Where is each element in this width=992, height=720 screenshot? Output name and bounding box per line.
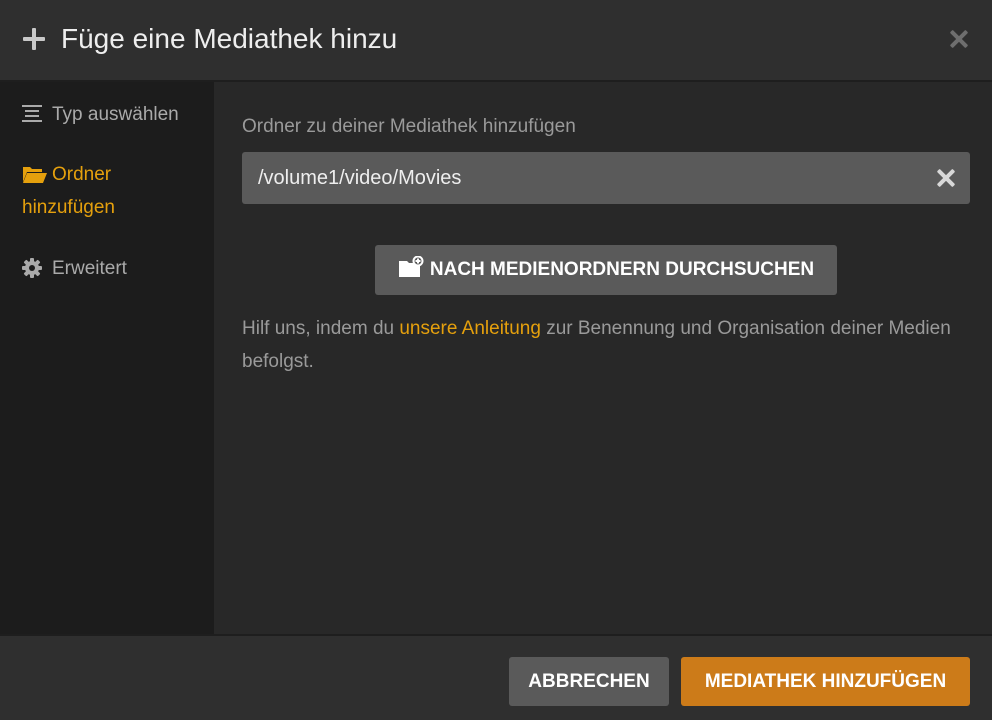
help-text-prefix: Hilf uns, indem du <box>242 318 400 339</box>
help-text: Hilf uns, indem du unsere Anleitung zur … <box>242 312 962 378</box>
clear-icon[interactable] <box>934 166 958 190</box>
dialog-header: Füge eine Mediathek hinzu <box>0 0 992 82</box>
main-panel: Ordner zu deiner Mediathek hinzufügen NA… <box>214 82 992 634</box>
add-library-dialog: Füge eine Mediathek hinzu Typ auswählen … <box>0 0 992 720</box>
gear-icon <box>22 258 42 278</box>
dialog-footer: ABBRECHEN MEDIATHEK HINZUFÜGEN <box>0 634 992 720</box>
folder-label: Ordner zu deiner Mediathek hinzufügen <box>242 116 576 137</box>
folder-open-icon <box>22 164 47 183</box>
list-icon <box>22 104 42 122</box>
folder-path-input[interactable] <box>242 152 922 204</box>
cancel-button[interactable]: ABBRECHEN <box>509 657 669 706</box>
sidebar-item-add-folder[interactable]: Ordner hinzufügen <box>22 158 202 224</box>
folder-add-icon <box>398 248 424 277</box>
add-library-button[interactable]: MEDIATHEK HINZUFÜGEN <box>681 657 970 706</box>
sidebar-item-type[interactable]: Typ auswählen <box>22 98 179 131</box>
guide-link[interactable]: unsere Anleitung <box>399 318 541 339</box>
browse-button-label: NACH MEDIENORDNERN DURCHSUCHEN <box>429 259 815 280</box>
plus-icon <box>22 27 46 51</box>
dialog-title: Füge eine Mediathek hinzu <box>61 23 398 54</box>
sidebar-item-label: Erweitert <box>52 258 127 279</box>
browse-media-folders-button[interactable]: NACH MEDIENORDNERN DURCHSUCHEN <box>375 245 837 295</box>
sidebar: Typ auswählen Ordner hinzufügen Erweiter… <box>0 82 214 634</box>
sidebar-item-advanced[interactable]: Erweitert <box>22 252 127 285</box>
sidebar-item-label: Typ auswählen <box>52 104 179 125</box>
folder-path-field <box>242 152 970 204</box>
close-icon[interactable] <box>944 24 974 54</box>
